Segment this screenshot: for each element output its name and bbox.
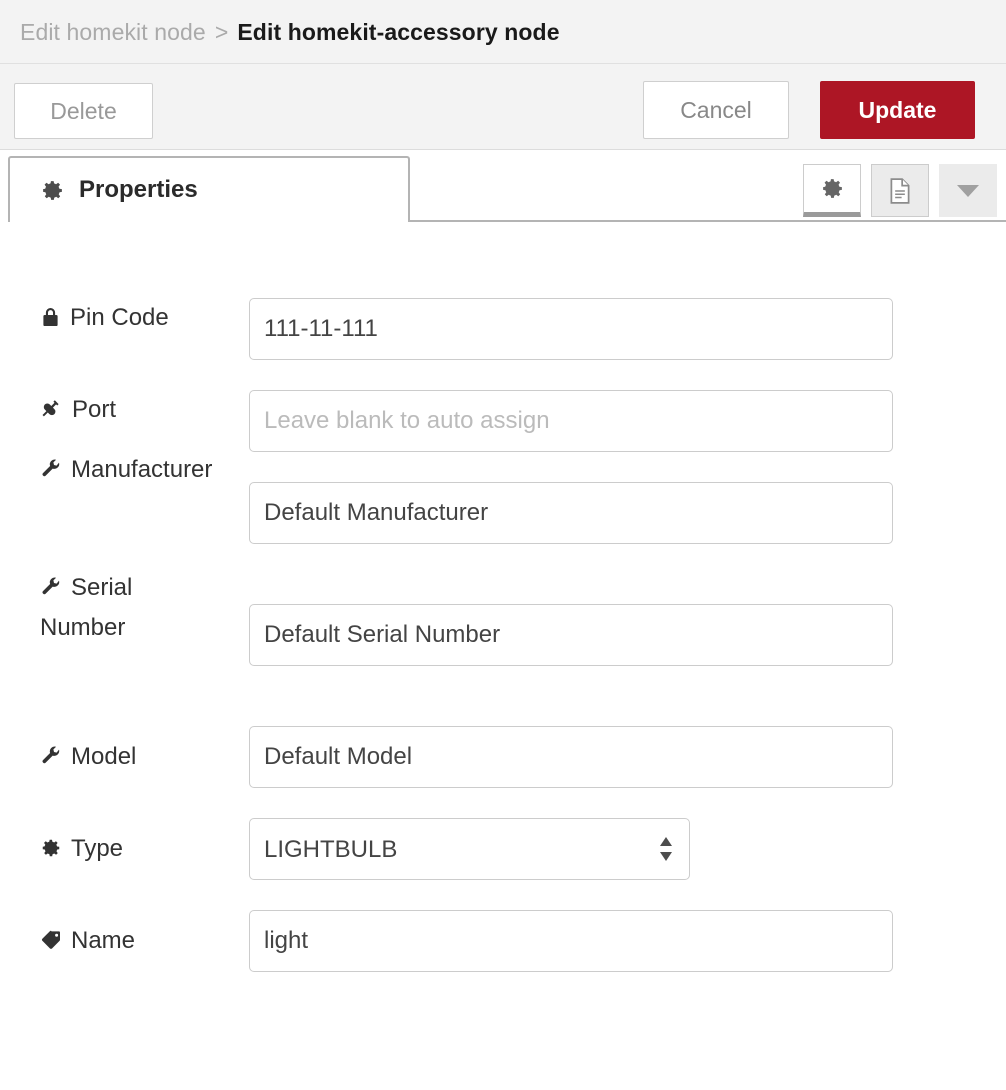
delete-button[interactable]: Delete	[14, 83, 153, 139]
more-options-button[interactable]	[939, 164, 997, 217]
label-pin-code-text: Pin Code	[70, 304, 169, 331]
cancel-button[interactable]: Cancel	[643, 81, 789, 139]
description-icon-button[interactable]	[871, 164, 929, 217]
label-port-text: Port	[72, 396, 116, 423]
name-input[interactable]	[249, 910, 893, 972]
tab-properties[interactable]: Properties	[8, 156, 410, 222]
label-type-text: Type	[71, 835, 123, 862]
label-manufacturer-text: Manufacturer	[71, 456, 212, 483]
dialog-toolbar: Delete Cancel Update	[0, 64, 1006, 150]
label-type: Type	[40, 829, 235, 869]
breadcrumb: Edit homekit node > Edit homekit-accesso…	[20, 0, 560, 64]
wrench-icon	[40, 458, 62, 480]
chevron-down-icon	[956, 184, 980, 198]
update-button[interactable]: Update	[820, 81, 975, 139]
type-select[interactable]: LIGHTBULB	[249, 818, 690, 880]
dialog-header: Edit homekit node > Edit homekit-accesso…	[0, 0, 1006, 64]
gear-icon	[40, 837, 62, 859]
label-port: Port	[40, 390, 235, 430]
label-serial-number: Serial Number	[40, 568, 190, 648]
wrench-icon	[40, 576, 62, 598]
label-name: Name	[40, 921, 235, 961]
label-model: Model	[40, 737, 235, 777]
breadcrumb-separator: >	[215, 19, 229, 46]
tag-icon	[40, 929, 62, 951]
model-input[interactable]	[249, 726, 893, 788]
type-select-wrapper: LIGHTBULB	[249, 818, 690, 880]
label-manufacturer: Manufacturer	[40, 450, 235, 490]
port-input[interactable]	[249, 390, 893, 452]
lock-icon	[40, 306, 61, 328]
label-name-text: Name	[71, 927, 135, 954]
settings-icon-button[interactable]	[803, 164, 861, 217]
plug-icon	[40, 398, 63, 420]
properties-form: Pin Code Port Manufacturer	[0, 222, 1006, 1090]
label-pin-code: Pin Code	[40, 298, 235, 338]
serial-number-input[interactable]	[249, 604, 893, 666]
manufacturer-input[interactable]	[249, 482, 893, 544]
gear-icon	[40, 178, 65, 203]
tab-properties-label: Properties	[79, 176, 198, 204]
pin-code-input[interactable]	[249, 298, 893, 360]
label-model-text: Model	[71, 743, 136, 770]
document-icon	[887, 177, 913, 205]
breadcrumb-parent[interactable]: Edit homekit node	[20, 19, 206, 46]
gear-icon	[820, 176, 845, 201]
wrench-icon	[40, 745, 62, 767]
breadcrumb-current: Edit homekit-accessory node	[237, 19, 559, 46]
